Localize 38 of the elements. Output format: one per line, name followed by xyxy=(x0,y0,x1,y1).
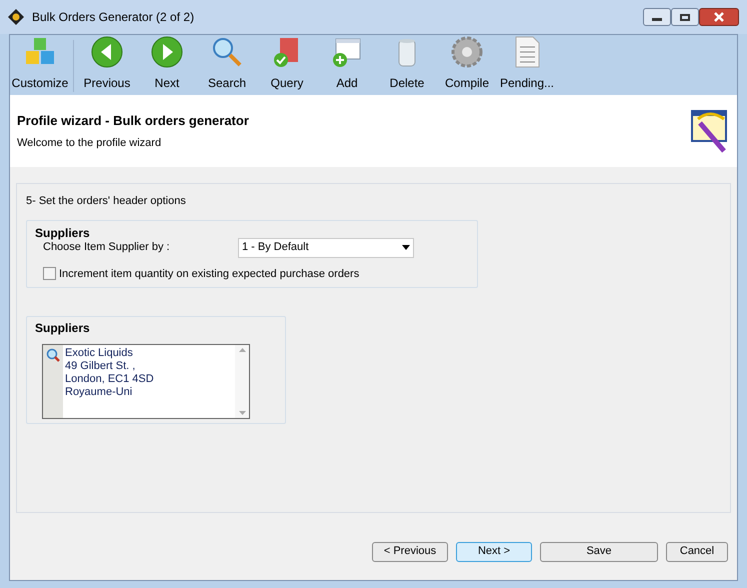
caret-icon xyxy=(402,245,410,250)
checkbox-label: Increment item quantity on existing expected purchase orders xyxy=(59,266,360,282)
dialog-button[interactable]: < Previous xyxy=(372,542,448,562)
close-icon xyxy=(714,12,724,22)
address-line: Royaume-Uni xyxy=(65,386,134,398)
window-title: Bulk Orders Generator (2 of 2) xyxy=(32,9,194,26)
minimize-button[interactable] xyxy=(643,8,671,26)
toolbar-button[interactable]: Compile xyxy=(437,35,497,92)
dialog-button[interactable]: Cancel xyxy=(666,542,728,562)
address-line: London, EC1 4SD xyxy=(65,372,155,386)
toolbar-button[interactable]: Delete xyxy=(377,35,437,92)
step-title: 5- Set the orders' header options xyxy=(26,194,187,209)
scroll-up-icon xyxy=(238,348,246,352)
address-line: 49 Gilbert St. , xyxy=(65,360,136,372)
field-label: Choose Item Supplier by : xyxy=(43,240,171,256)
dialog-button[interactable]: Next > xyxy=(456,542,532,562)
checkbox[interactable] xyxy=(43,267,56,280)
group-title: Suppliers xyxy=(35,224,91,242)
maximize-button[interactable] xyxy=(671,8,699,26)
search-icon xyxy=(210,35,244,69)
app-logo-icon xyxy=(8,9,24,25)
address-line: Exotic Liquids xyxy=(65,346,134,360)
wizard-subtitle: Welcome to the profile wizard xyxy=(17,136,162,150)
dialog-button[interactable]: Save xyxy=(540,542,658,562)
search-icon xyxy=(46,348,60,362)
toolbar-button[interactable]: Next xyxy=(137,35,197,92)
toolbar-button[interactable]: Search xyxy=(197,35,257,92)
toolbar-button[interactable]: Query xyxy=(257,35,317,92)
supplier-dropdown[interactable]: 1 - By Default xyxy=(238,238,414,258)
wizard-title: Profile wizard - Bulk orders generator xyxy=(17,112,250,130)
toolbar-button[interactable]: Add xyxy=(317,35,377,92)
group-title: Suppliers xyxy=(35,320,91,336)
toolbar-button[interactable]: Pending... xyxy=(497,35,557,92)
close-button[interactable] xyxy=(699,8,739,26)
toolbar-button[interactable]: Previous xyxy=(77,35,137,92)
toolbar-button[interactable]: Customize xyxy=(10,35,70,92)
wizard-wand-icon xyxy=(690,107,730,155)
scroll-down-icon xyxy=(238,410,246,414)
